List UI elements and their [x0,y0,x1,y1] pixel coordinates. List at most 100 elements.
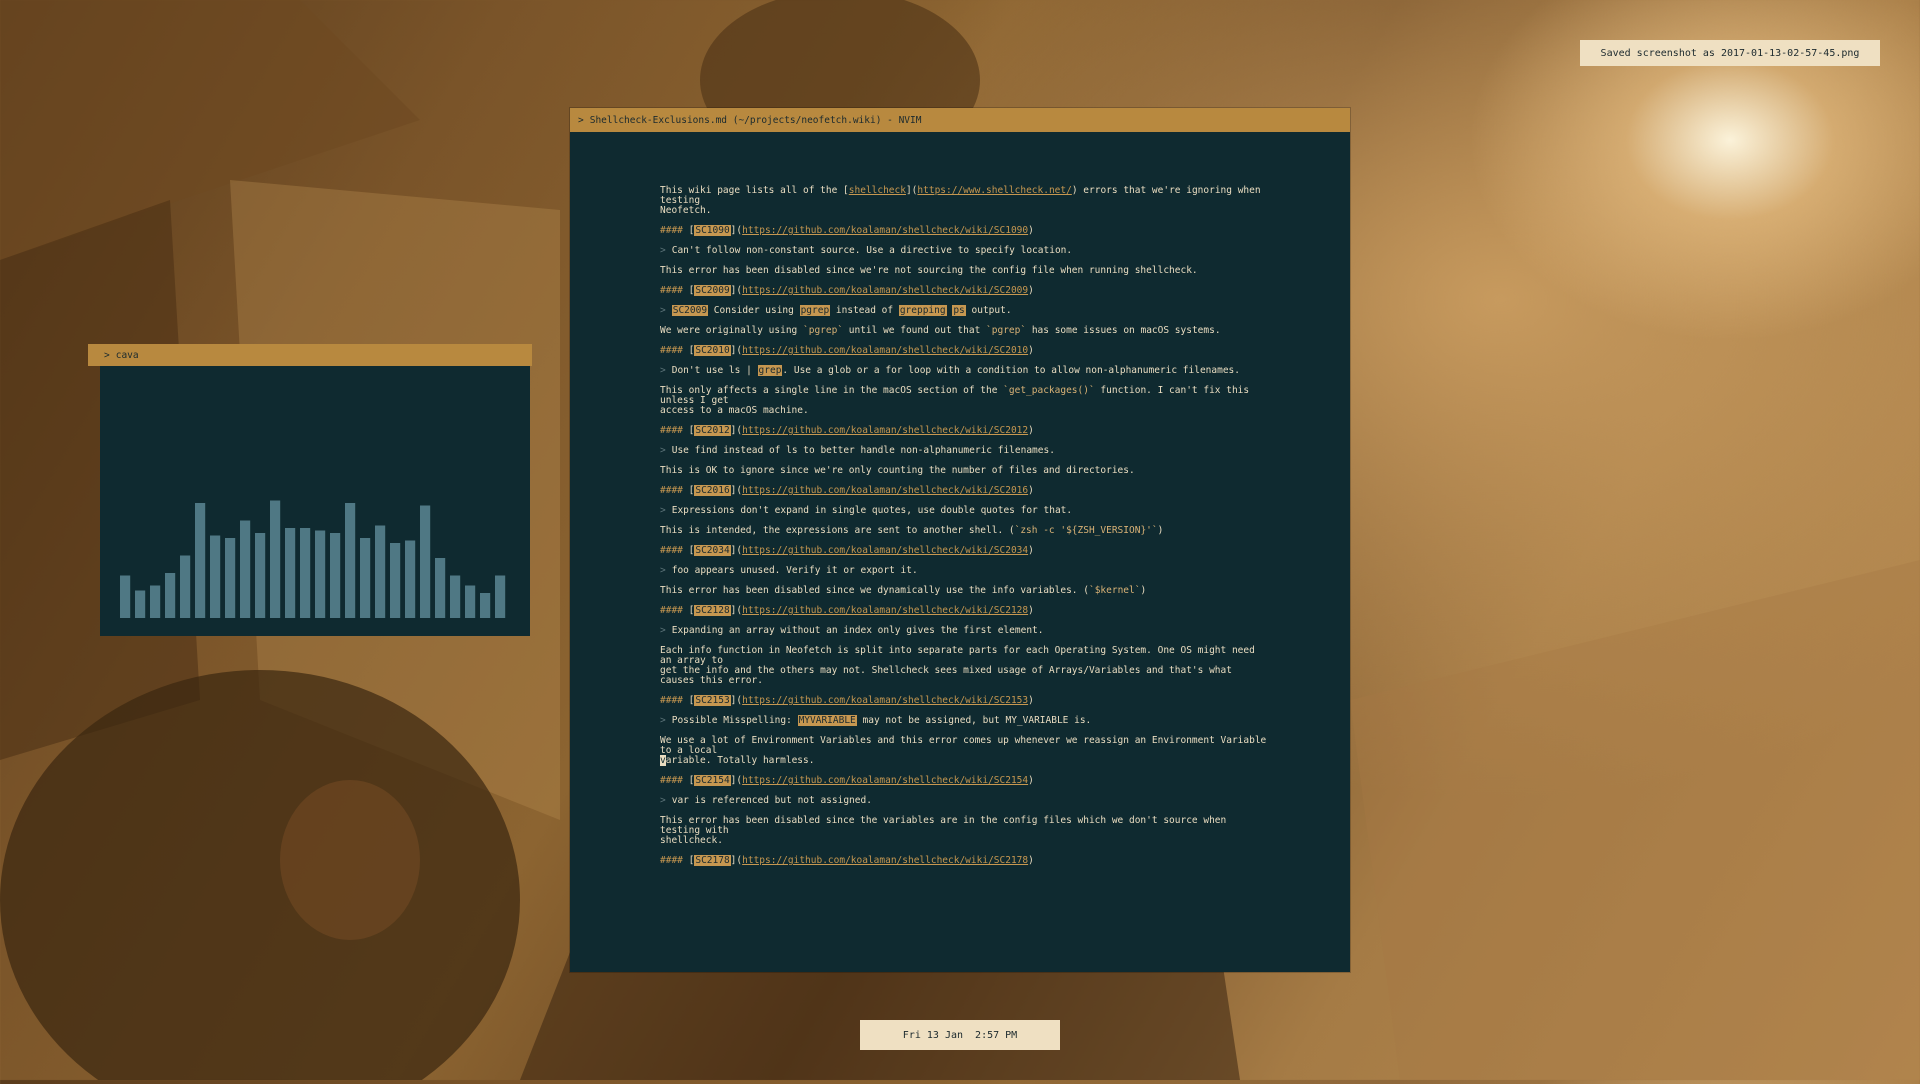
window-title: Shellcheck-Exclusions.md (~/projects/neo… [589,114,922,126]
nvim-titlebar[interactable]: > Shellcheck-Exclusions.md (~/projects/n… [570,108,1350,132]
audio-bar [300,528,311,618]
quote-text: foo appears unused. Verify it or export … [671,565,918,576]
cava-title: cava [115,349,139,361]
audio-bar [435,558,446,618]
chevron-right-icon: > [660,625,666,636]
audio-bar [165,573,176,618]
section-heading: #### [SC2012](https://github.com/koalama… [660,425,1034,436]
error-url-link[interactable]: https://github.com/koalaman/shellcheck/w… [742,695,1028,706]
highlighted-word: grepping [898,305,947,316]
section-heading: #### [SC2009](https://github.com/koalama… [660,285,1034,296]
audio-bar [405,540,416,618]
error-code-tag[interactable]: SC2154 [694,775,731,786]
error-url-link[interactable]: https://github.com/koalaman/shellcheck/w… [742,775,1028,786]
description-text: has some issues on macOS systems. [1026,325,1221,336]
section-heading: #### [SC2034](https://github.com/koalama… [660,545,1034,556]
highlighted-word: SC2009 [671,305,709,316]
audio-bar [135,590,146,618]
section-heading: #### [SC2178](https://github.com/koalama… [660,855,1034,866]
audio-bar [150,585,161,618]
cava-window[interactable]: > cava [88,344,532,636]
section-heading: #### [SC2128](https://github.com/koalama… [660,605,1034,616]
quote-line: > foo appears unused. Verify it or export… [660,566,1270,576]
chevron-right-icon: > [660,365,666,376]
error-url-link[interactable]: https://github.com/koalaman/shellcheck/w… [742,605,1028,616]
section-heading: #### [SC2016](https://github.com/koalama… [660,485,1034,496]
date-time-bar: Fri 13 Jan 2:57 PM [860,1020,1060,1050]
audio-bar [195,503,206,618]
highlighted-word: pgrep [799,305,831,316]
section-heading: #### [SC1090](https://github.com/koalama… [660,225,1034,236]
audio-bars [120,500,506,618]
error-url-link[interactable]: https://github.com/koalaman/shellcheck/w… [742,225,1028,236]
audio-bar [240,520,251,618]
audio-bar [285,528,296,618]
error-code-tag[interactable]: SC2012 [694,425,731,436]
quote-text: output. [965,305,1012,316]
error-code-tag[interactable]: SC2034 [694,545,731,556]
nvim-window[interactable]: > Shellcheck-Exclusions.md (~/projects/n… [570,108,1350,972]
error-code-tag[interactable]: SC1090 [694,225,731,236]
heading-mark: #### [660,425,683,436]
error-code-tag[interactable]: SC2178 [694,855,731,866]
cava-titlebar[interactable]: > cava [88,344,532,366]
inline-code: `zsh -c '${ZSH_VERSION}'` [1014,525,1158,536]
quote-text: Possible Misspelling: [671,715,798,726]
chevron-right-icon: > [660,445,666,456]
heading-mark: #### [660,225,683,236]
description-line: This error has been disabled since the v… [660,815,1232,836]
error-url-link[interactable]: https://github.com/koalaman/shellcheck/w… [742,545,1028,556]
error-url-link[interactable]: https://github.com/koalaman/shellcheck/w… [742,485,1028,496]
heading-mark: #### [660,855,683,866]
description-line: This error has been disabled since we dy… [660,586,1270,596]
audio-bar [390,543,401,618]
error-url-link[interactable]: https://github.com/koalaman/shellcheck/w… [742,425,1028,436]
description-text: until we found out that [843,325,987,336]
error-url-link[interactable]: https://github.com/koalaman/shellcheck/w… [742,285,1028,296]
inline-code: `get_packages()` [1003,385,1095,396]
shellcheck-link[interactable]: shellcheck [849,185,906,196]
audio-bar [450,575,461,618]
description-text: ) [1140,585,1147,596]
quote-line: > SC2009 Consider using pgrep instead of … [660,305,1270,316]
heading-mark: #### [660,545,683,556]
description-text: This is intended, the expressions are se… [660,525,1015,536]
heading-mark: #### [660,775,683,786]
error-code-tag[interactable]: SC2009 [694,285,731,296]
audio-bar [120,575,131,618]
description-text: ) [1157,525,1164,536]
highlighted-word: MYVARIABLE [797,715,857,726]
quote-line: > Use find instead of ls to better handle… [660,446,1270,456]
cava-visualizer [100,366,530,636]
audio-bar [315,530,326,618]
shellcheck-url-link[interactable]: https://www.shellcheck.net/ [917,185,1071,196]
error-url-link[interactable]: https://github.com/koalaman/shellcheck/w… [742,345,1028,356]
error-code-tag[interactable]: SC2153 [694,695,731,706]
quote-text: var is referenced but not assigned. [671,795,872,806]
intro-line-2: Neofetch. [660,205,712,216]
error-url-link[interactable]: https://github.com/koalaman/shellcheck/w… [742,855,1028,866]
highlighted-word: ps [952,305,966,316]
quote-line: > Can't follow non-constant source. Use a… [660,246,1270,256]
document-body[interactable]: This wiki page lists all of the [shellch… [660,186,1270,866]
audio-bar [345,503,356,618]
heading-mark: #### [660,695,683,706]
chevron-right-icon: > [660,305,666,316]
error-code-tag[interactable]: SC2016 [694,485,731,496]
section-heading: #### [SC2154](https://github.com/koalama… [660,775,1034,786]
chevron-right-icon: > [660,245,666,256]
heading-mark: #### [660,605,683,616]
sections-container: #### [SC1090](https://github.com/koalama… [660,216,1270,866]
description-line: This is intended, the expressions are se… [660,526,1270,536]
description-line: get the info and the others may not. She… [660,665,1238,686]
error-code-tag[interactable]: SC2128 [694,605,731,616]
quote-text: Can't follow non-constant source. Use a … [671,245,1073,256]
description-line: We were originally using `pgrep` until w… [660,326,1270,336]
description-text: We were originally using [660,325,803,336]
description-line: shellcheck. [660,835,723,846]
chevron-right-icon: > [660,565,666,576]
date-time-text: Fri 13 Jan 2:57 PM [902,1029,1018,1041]
error-code-tag[interactable]: SC2010 [694,345,731,356]
audio-bar [495,575,506,618]
inline-code: `pgrep` [986,325,1027,336]
